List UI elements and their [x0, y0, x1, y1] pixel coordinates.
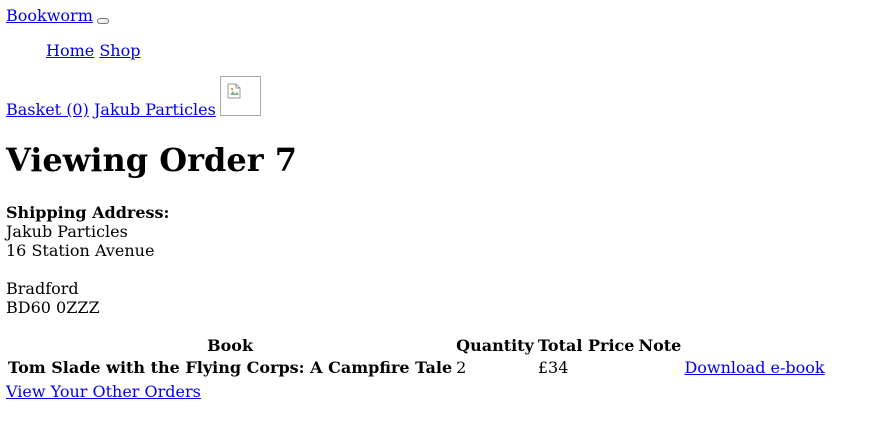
order-item-note: Download e-book — [636, 357, 826, 379]
broken-image-icon — [227, 83, 241, 99]
table-header-row: Book Quantity Total Price Note — [6, 335, 827, 357]
page-title: Viewing Order 7 — [6, 141, 297, 179]
avatar[interactable] — [220, 76, 261, 116]
download-ebook-link[interactable]: Download e-book — [684, 358, 824, 377]
table-row: Tom Slade with the Flying Corps: A Campf… — [6, 357, 827, 379]
shipping-address-label: Shipping Address: — [6, 203, 170, 222]
address-line-city: Bradford — [6, 279, 79, 298]
brand-link[interactable]: Bookworm — [6, 6, 93, 25]
order-item-book-title: Tom Slade with the Flying Corps: A Campf… — [8, 358, 453, 377]
column-header-quantity: Quantity — [456, 336, 534, 355]
column-header-note: Note — [638, 336, 682, 355]
site-header: Bookworm — [6, 6, 109, 26]
address-line-blank — [6, 260, 169, 279]
nav-home-link[interactable]: Home — [46, 41, 94, 60]
column-header-book: Book — [207, 336, 254, 355]
address-line-postcode: BD60 0ZZZ — [6, 298, 100, 317]
order-item-quantity: 2 — [456, 358, 467, 377]
nav-shop-link[interactable]: Shop — [99, 41, 140, 60]
menu-toggle-button[interactable] — [96, 18, 109, 24]
column-header-total-price: Total Price — [537, 336, 635, 355]
address-line-street: 16 Station Avenue — [6, 241, 155, 260]
order-items-table: Book Quantity Total Price Note Tom Slade… — [6, 335, 827, 379]
view-other-orders-link[interactable]: View Your Other Orders — [6, 382, 201, 402]
order-item-total-price: £34 — [537, 358, 569, 377]
basket-link[interactable]: Basket (0) — [6, 100, 89, 120]
shipping-address: Shipping Address: Jakub Particles 16 Sta… — [6, 203, 169, 317]
address-line-name: Jakub Particles — [6, 222, 128, 241]
user-profile-link[interactable]: Jakub Particles — [94, 100, 216, 120]
main-nav: Home Shop — [46, 41, 140, 61]
